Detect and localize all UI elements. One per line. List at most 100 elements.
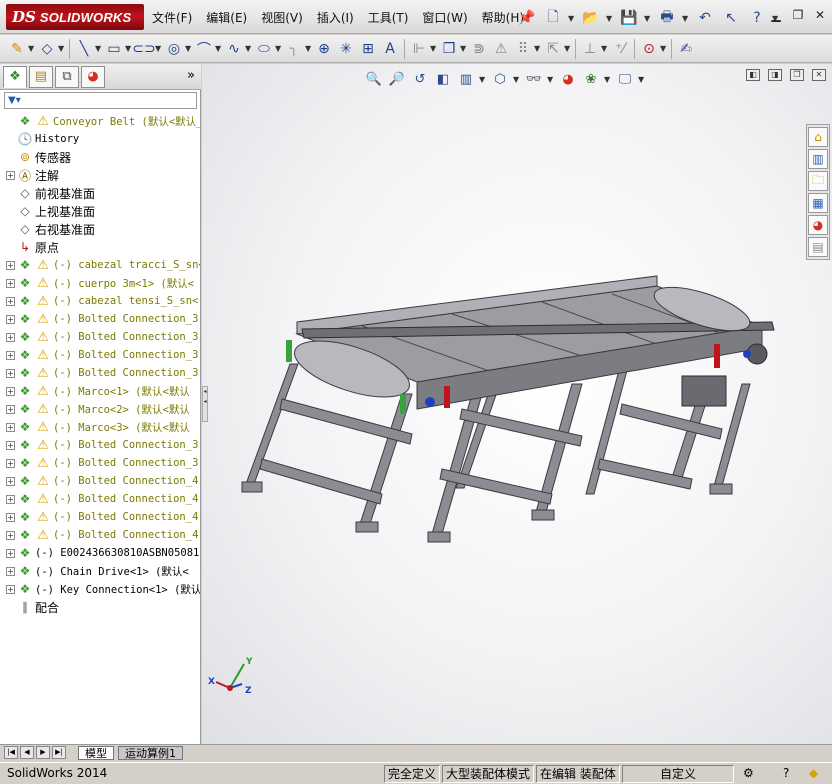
- display-style-dropdown-icon[interactable]: ▼: [513, 75, 521, 84]
- instant2d-icon[interactable]: ✍: [675, 38, 697, 60]
- dynamic-annotation-icon[interactable]: ▥: [456, 69, 476, 89]
- tree-row[interactable]: ↳ 原点: [0, 238, 200, 256]
- view-orientation-icon[interactable]: ⬡: [490, 69, 510, 89]
- sketch-dropdown-icon[interactable]: ▼: [28, 44, 36, 53]
- appearances-icon[interactable]: ◕: [808, 215, 828, 235]
- view-settings-icon[interactable]: 🖵: [615, 69, 635, 89]
- tree-row[interactable]: 🕓 History: [0, 130, 200, 148]
- slot-icon[interactable]: ⊂⊃: [132, 38, 155, 60]
- rectangle-icon[interactable]: ▭: [103, 38, 125, 60]
- relations-icon[interactable]: ⊥: [579, 38, 601, 60]
- expand-icon[interactable]: +: [6, 314, 15, 324]
- viewport-left-icon[interactable]: ◧: [746, 69, 760, 81]
- arc-dropdown-icon[interactable]: ▼: [215, 44, 223, 53]
- print-icon[interactable]: 🖶: [656, 8, 678, 28]
- ellipse-icon[interactable]: ⬭: [253, 38, 275, 60]
- hide-show-items-icon[interactable]: 👓: [524, 69, 544, 89]
- expand-icon[interactable]: +: [6, 512, 15, 522]
- line-icon[interactable]: ╲: [73, 38, 95, 60]
- pattern-icon[interactable]: ⠿: [512, 38, 534, 60]
- relations-dropdown-icon[interactable]: ▼: [601, 44, 609, 53]
- tree-row[interactable]: ∥ 配合: [0, 598, 200, 616]
- tab-model[interactable]: 模型: [78, 746, 114, 760]
- menu-insert[interactable]: 插入(I): [311, 9, 360, 26]
- next-tab-icon[interactable]: ▶: [36, 746, 50, 759]
- trim-dropdown-icon[interactable]: ▼: [430, 44, 438, 53]
- expand-icon[interactable]: +: [6, 494, 15, 504]
- menu-file[interactable]: 文件(F): [146, 9, 198, 26]
- save-icon[interactable]: 💾: [618, 8, 640, 28]
- expand-icon[interactable]: +: [6, 530, 15, 540]
- arc-icon[interactable]: ⌒: [193, 38, 215, 60]
- expand-icon[interactable]: +: [6, 422, 15, 432]
- tree-row[interactable]: + ❖ (-) E002436630810ASBN05081: [0, 544, 200, 562]
- repair-sketch-icon[interactable]: ⁺⁄: [609, 38, 631, 60]
- expand-icon[interactable]: +: [6, 278, 15, 288]
- tree-row[interactable]: + ❖ (-) Chain Drive<1> (默认<: [0, 562, 200, 580]
- trim-icon[interactable]: ⊩: [408, 38, 430, 60]
- previous-view-icon[interactable]: ↺: [410, 69, 430, 89]
- pin-icon[interactable]: 📌: [516, 8, 538, 28]
- tree-row[interactable]: + ❖ ⚠ (-) cabezal tracci_S_sn<: [0, 256, 200, 274]
- conveyor-model[interactable]: [202, 64, 832, 744]
- menu-window[interactable]: 窗口(W): [416, 9, 473, 26]
- tree-row[interactable]: ◇ 上视基准面: [0, 202, 200, 220]
- tree-row[interactable]: ◇ 右视基准面: [0, 220, 200, 238]
- expand-icon[interactable]: +: [6, 170, 15, 180]
- tree-row[interactable]: + Ⓐ 注解: [0, 166, 200, 184]
- tree-row[interactable]: + ❖ ⚠ (-) Bolted Connection_4: [0, 490, 200, 508]
- new-dropdown-icon[interactable]: ▼: [568, 14, 576, 23]
- expand-icon[interactable]: +: [6, 440, 15, 450]
- tree-row[interactable]: + ❖ ⚠ (-) cabezal tensi_S_sn<: [0, 292, 200, 310]
- status-rebuild-icon[interactable]: ⚙: [740, 765, 757, 783]
- tree-row[interactable]: ⊚ 传感器: [0, 148, 200, 166]
- expand-icon[interactable]: +: [6, 566, 15, 576]
- tab-motion-study[interactable]: 运动算例1: [118, 746, 183, 760]
- line-dropdown-icon[interactable]: ▼: [95, 44, 103, 53]
- hide-show-dropdown-icon[interactable]: ▼: [547, 75, 555, 84]
- tree-row[interactable]: + ❖ ⚠ (-) Bolted Connection_4: [0, 526, 200, 544]
- print-dropdown-icon[interactable]: ▼: [682, 14, 690, 23]
- expand-icon[interactable]: +: [6, 332, 15, 342]
- tree-row[interactable]: + ❖ ⚠ (-) Bolted Connection_4: [0, 508, 200, 526]
- convert-entities-icon[interactable]: ❒: [438, 38, 460, 60]
- expand-icon[interactable]: +: [6, 404, 15, 414]
- close-icon[interactable]: ✕: [812, 8, 828, 22]
- dimension-dropdown-icon[interactable]: ▼: [58, 44, 66, 53]
- menu-tools[interactable]: 工具(T): [362, 9, 415, 26]
- open-folder-icon[interactable]: 📂: [580, 8, 602, 28]
- expand-icon[interactable]: +: [6, 350, 15, 360]
- more-tabs-icon[interactable]: »: [187, 68, 195, 83]
- fillet-icon[interactable]: ╮: [283, 38, 305, 60]
- mirror-icon[interactable]: ⚠: [490, 38, 512, 60]
- zoom-to-fit-icon[interactable]: 🔍: [364, 69, 384, 89]
- tree-row[interactable]: + ❖ ⚠ (-) Bolted Connection_3: [0, 454, 200, 472]
- panel-collapse-handle[interactable]: ◂ ◂: [202, 386, 208, 422]
- centerline-icon[interactable]: ✳: [335, 38, 357, 60]
- expand-icon[interactable]: +: [6, 368, 15, 378]
- tree-row[interactable]: + ❖ ⚠ (-) Marco<3> (默认<默认: [0, 418, 200, 436]
- last-tab-icon[interactable]: ▶|: [52, 746, 66, 759]
- circle-icon[interactable]: ◎: [163, 38, 185, 60]
- expand-icon[interactable]: +: [6, 476, 15, 486]
- tree-row[interactable]: + ❖ ⚠ (-) cuerpo 3m<1> (默认<: [0, 274, 200, 292]
- smart-dimension-icon[interactable]: ◇: [36, 38, 58, 60]
- tree-row[interactable]: ◇ 前视基准面: [0, 184, 200, 202]
- save-dropdown-icon[interactable]: ▼: [644, 14, 652, 23]
- menu-edit[interactable]: 编辑(E): [200, 9, 253, 26]
- undo-icon[interactable]: ↶: [694, 8, 716, 28]
- solidworks-resources-icon[interactable]: ⌂: [808, 127, 828, 147]
- rapid-sketch-icon[interactable]: ⊙: [638, 38, 660, 60]
- tree-row[interactable]: + ❖ (-) Key Connection<1> (默认: [0, 580, 200, 598]
- tree-filter-icon[interactable]: ▼▾: [4, 92, 197, 109]
- tree-row[interactable]: + ❖ ⚠ (-) Bolted Connection_3: [0, 436, 200, 454]
- convert-dropdown-icon[interactable]: ▼: [460, 44, 468, 53]
- ellipse-dropdown-icon[interactable]: ▼: [275, 44, 283, 53]
- zoom-area-icon[interactable]: 🔎: [387, 69, 407, 89]
- feature-manager-tab-icon[interactable]: ❖: [3, 65, 27, 88]
- slot-dropdown-icon[interactable]: ▼: [155, 44, 163, 53]
- tree-row[interactable]: + ❖ ⚠ (-) Marco<2> (默认<默认: [0, 400, 200, 418]
- view-palette-icon[interactable]: ▦: [808, 193, 828, 213]
- expand-icon[interactable]: +: [6, 458, 15, 468]
- edit-appearance-icon[interactable]: ◕: [558, 69, 578, 89]
